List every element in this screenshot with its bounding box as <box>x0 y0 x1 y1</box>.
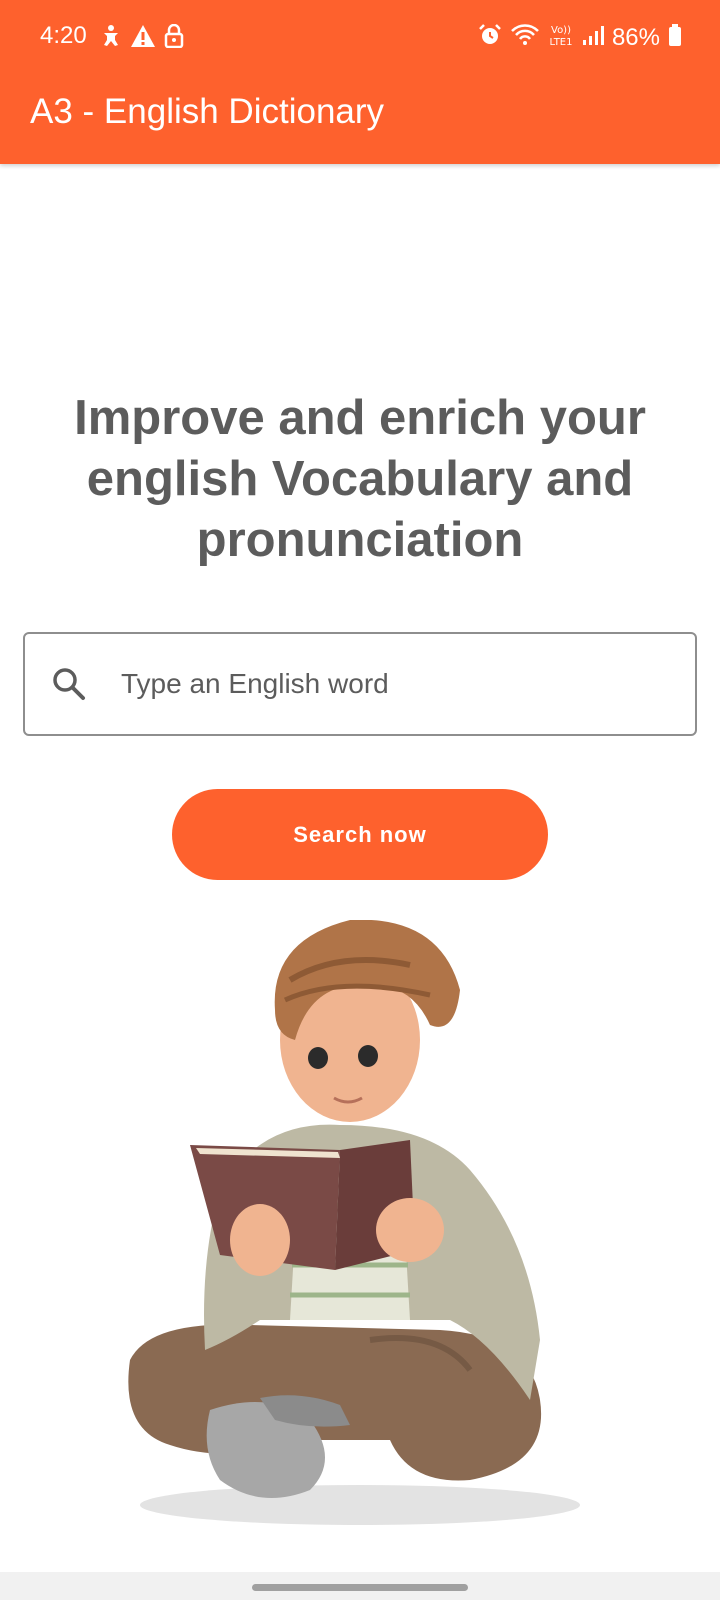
warning-icon <box>130 24 156 53</box>
boy-reading-book-illustration <box>110 919 590 1560</box>
battery-percent: 86% <box>611 23 660 51</box>
accessibility-icon <box>100 24 122 53</box>
battery-icon <box>668 23 682 52</box>
app-title: A3 - English Dictionary <box>30 92 385 131</box>
navigation-bar <box>0 1572 720 1600</box>
wifi-icon <box>510 23 540 52</box>
alarm-icon <box>478 23 502 52</box>
status-right-icons: Vo)) LTE1 86% <box>478 22 682 53</box>
search-box[interactable] <box>23 632 697 736</box>
status-time: 4:20 <box>40 22 87 49</box>
search-input[interactable] <box>121 658 671 710</box>
lock-icon <box>164 23 184 53</box>
signal-icon <box>582 24 604 51</box>
search-icon <box>51 666 87 707</box>
volte-top-text: Vo)) <box>551 25 571 36</box>
status-left-icons <box>100 23 184 53</box>
volte-icon: Vo)) LTE1 <box>548 22 574 53</box>
volte-bottom-text: LTE1 <box>549 37 572 48</box>
status-bar: 4:20 Vo)) LTE1 86% <box>0 0 720 74</box>
headline: Improve and enrich your english Vocabula… <box>74 391 646 567</box>
search-now-button[interactable]: Search now <box>172 789 548 880</box>
app-bar: 4:20 Vo)) LTE1 86% A3 - English Dictiona… <box>0 0 720 164</box>
gesture-handle[interactable] <box>252 1584 468 1591</box>
